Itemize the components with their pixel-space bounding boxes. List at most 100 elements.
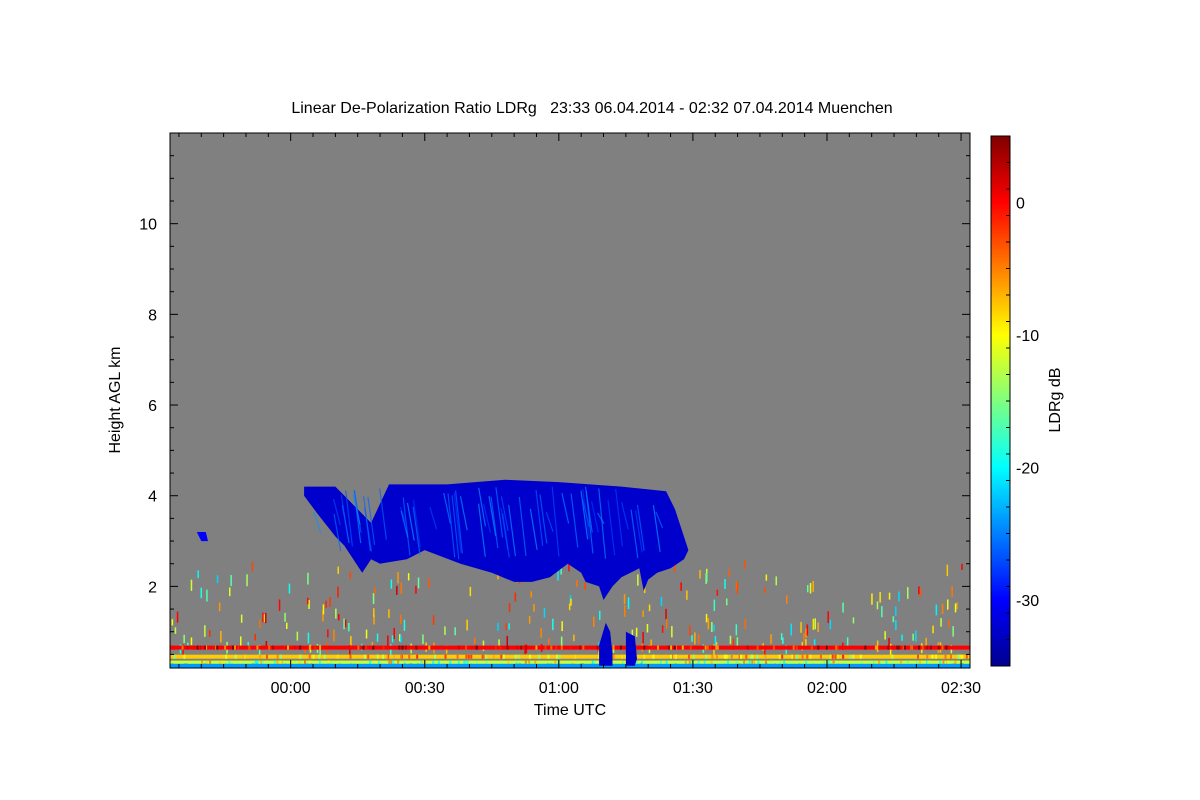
layer-speck xyxy=(918,645,920,650)
layer-speck xyxy=(929,645,932,650)
noise-speck xyxy=(884,631,886,640)
noise-speck xyxy=(573,634,575,642)
layer-speck xyxy=(689,645,692,650)
layer-speck xyxy=(950,654,952,659)
layer-speck xyxy=(574,654,577,659)
noise-speck xyxy=(764,587,766,594)
layer-speck xyxy=(319,645,322,650)
noise-speck xyxy=(876,601,879,610)
layer-speck xyxy=(372,645,375,650)
noise-speck xyxy=(954,603,957,613)
x-axis-label: Time UTC xyxy=(534,702,606,719)
layer-speck xyxy=(294,645,296,650)
noise-speck xyxy=(918,586,920,595)
noise-speck xyxy=(912,633,914,641)
noise-speck xyxy=(646,624,649,633)
layer-speck xyxy=(259,654,262,659)
layer-speck xyxy=(514,654,517,659)
layer-speck xyxy=(723,654,726,659)
noise-speck xyxy=(952,626,954,637)
layer-speck xyxy=(961,654,964,659)
layer-speck xyxy=(465,654,468,659)
noise-speck xyxy=(635,627,638,637)
noise-speck xyxy=(240,614,243,623)
layer-speck xyxy=(232,645,234,650)
noise-speck xyxy=(327,629,329,638)
noise-speck xyxy=(337,566,339,574)
layer-speck xyxy=(312,654,315,659)
noise-speck xyxy=(286,622,288,629)
colorbar-tick-label: -20 xyxy=(1016,460,1039,477)
noise-speck xyxy=(344,619,347,628)
noise-speck xyxy=(812,618,815,630)
noise-speck xyxy=(932,625,934,634)
layer-speck xyxy=(318,654,321,659)
noise-speck xyxy=(665,618,668,629)
layer-speck xyxy=(401,645,404,650)
noise-speck xyxy=(744,619,747,629)
layer-speck xyxy=(382,645,385,650)
noise-speck xyxy=(325,600,327,608)
noise-speck xyxy=(466,619,468,631)
layer-speck xyxy=(183,654,186,659)
layer-speck xyxy=(362,645,365,650)
layer-speck xyxy=(579,645,582,650)
noise-speck xyxy=(183,634,185,644)
layer-speck xyxy=(173,654,176,659)
noise-speck xyxy=(736,581,739,594)
layer-speck xyxy=(834,654,837,659)
noise-speck xyxy=(530,591,532,598)
noise-speck xyxy=(881,606,883,618)
layer-speck xyxy=(887,645,890,650)
layer-speck xyxy=(810,645,813,650)
noise-speck xyxy=(895,620,897,631)
layer-speck xyxy=(820,654,822,659)
layer-speck xyxy=(279,654,282,659)
noise-speck xyxy=(805,628,807,638)
noise-speck xyxy=(278,599,281,611)
layer-speck xyxy=(172,645,175,650)
layer-speck xyxy=(944,654,947,659)
noise-speck xyxy=(898,591,900,602)
noise-speck xyxy=(907,587,909,599)
noise-speck xyxy=(365,629,368,639)
noise-speck xyxy=(335,608,337,619)
layer-speck xyxy=(547,654,550,659)
noise-speck xyxy=(528,615,531,624)
layer-speck xyxy=(506,645,509,650)
ground-layer xyxy=(170,664,970,668)
noise-speck xyxy=(390,579,393,589)
noise-speck xyxy=(713,599,716,611)
noise-speck xyxy=(337,586,339,598)
noise-speck xyxy=(209,629,211,637)
noise-speck xyxy=(919,589,921,598)
layer-speck xyxy=(457,645,460,650)
layer-speck xyxy=(216,645,219,650)
noise-speck xyxy=(800,622,802,633)
layer-speck xyxy=(517,654,520,659)
layer-speck xyxy=(801,654,804,659)
noise-speck xyxy=(176,611,179,623)
layer-speck xyxy=(465,645,468,650)
noise-speck xyxy=(713,624,715,632)
layer-speck xyxy=(756,654,759,659)
layer-speck xyxy=(243,654,246,659)
noise-speck xyxy=(428,577,431,589)
noise-speck xyxy=(349,571,352,580)
layer-speck xyxy=(500,654,503,659)
noise-speck xyxy=(846,637,849,647)
layer-speck xyxy=(692,654,695,659)
layer-speck xyxy=(896,645,899,650)
noise-speck xyxy=(171,619,174,626)
noise-speck xyxy=(540,628,542,638)
layer-speck xyxy=(415,645,418,650)
noise-speck xyxy=(689,625,691,636)
noise-speck xyxy=(329,597,331,607)
noise-speck xyxy=(284,612,286,622)
noise-speck xyxy=(417,577,420,589)
layer-speck xyxy=(772,645,775,650)
noise-speck xyxy=(505,623,507,631)
layer-speck xyxy=(560,645,563,650)
layer-speck xyxy=(257,654,260,659)
layer-speck xyxy=(266,654,268,659)
